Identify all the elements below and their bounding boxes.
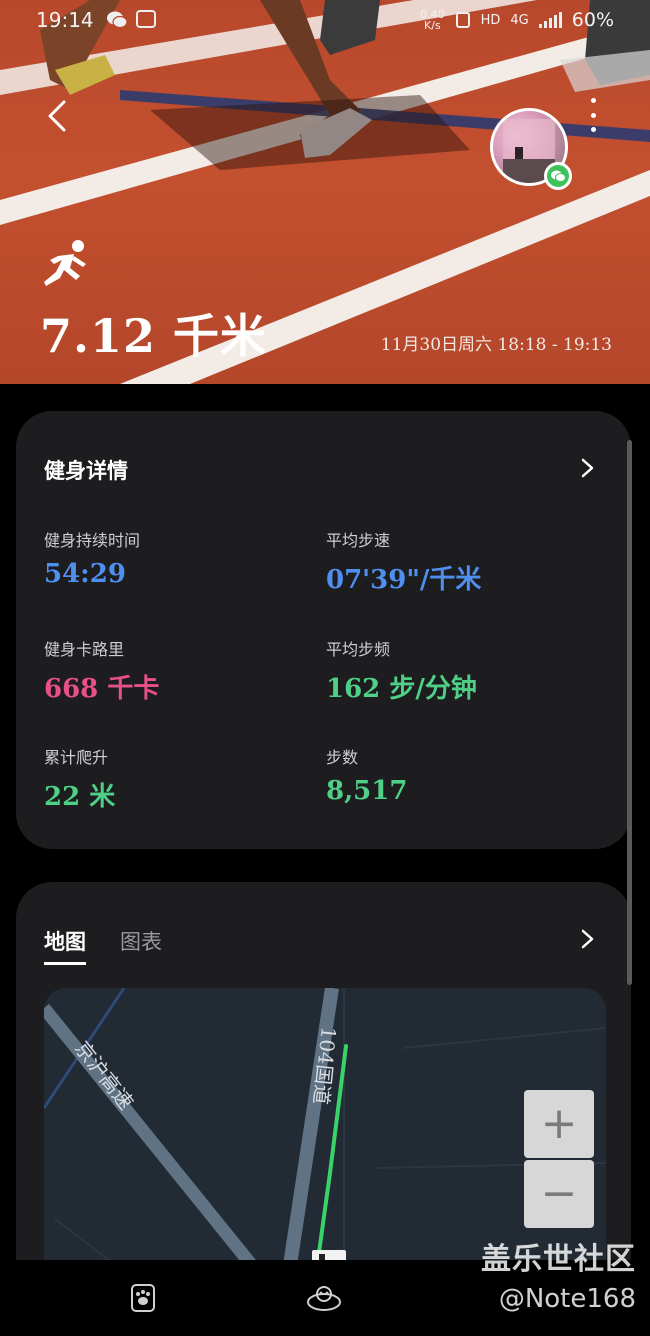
more-vertical-icon[interactable] — [582, 98, 604, 132]
metric-label: 健身持续时间 — [44, 531, 141, 550]
battery-level: 60% — [571, 9, 614, 31]
session-time-range: 11月30日周六 18:18 - 19:13 — [380, 335, 612, 355]
tab-map[interactable]: 地图 — [44, 926, 86, 965]
chevron-right-icon[interactable] — [579, 928, 595, 950]
metric-label: 平均步速 — [326, 531, 391, 550]
metric-value: 07'39"/千米 — [326, 565, 482, 595]
map-tabs: 地图 图表 — [44, 926, 162, 965]
network-speed: 0.40 K/s — [420, 9, 445, 31]
wechat-notification-icon — [106, 11, 128, 29]
metric-value: 54:29 — [44, 559, 126, 589]
metric-value: 22 米 — [44, 782, 116, 812]
status-bar: 19:14 0.40 K/s HD 4G 60% — [0, 0, 650, 40]
hero-banner: 19:14 0.40 K/s HD 4G 60% 7.12 千米 11月30日周… — [0, 0, 650, 384]
metric-duration: 健身持续时间 54:29 — [44, 527, 324, 589]
metric-elevation-gain: 累计爬升 22 米 — [44, 744, 324, 813]
paw-icon[interactable] — [130, 1283, 156, 1313]
zoom-out-button[interactable]: − — [524, 1160, 594, 1228]
distance-value: 7.12 千米 — [40, 309, 268, 363]
wechat-icon — [544, 162, 572, 190]
metric-calories: 健身卡路里 668 千卡 — [44, 636, 324, 705]
highway-label: 京沪高速 — [70, 1036, 138, 1114]
hd-label: HD — [480, 12, 501, 28]
metric-avg-pace: 平均步速 07'39"/千米 — [326, 527, 606, 596]
zoom-in-button[interactable]: + — [524, 1090, 594, 1158]
metric-label: 健身卡路里 — [44, 640, 125, 659]
watermark-title: 盖乐世社区 — [481, 1242, 636, 1277]
national-road-label: 104国道 — [309, 1025, 341, 1105]
gallery-notification-icon — [135, 10, 156, 28]
metric-label: 平均步频 — [326, 640, 391, 659]
metric-value: 668 千卡 — [44, 674, 160, 704]
running-icon — [44, 240, 86, 286]
network-type: 4G — [510, 12, 529, 28]
scrollbar[interactable] — [627, 440, 632, 985]
tab-chart[interactable]: 图表 — [120, 926, 162, 965]
watermark-handle: @Note168 — [498, 1284, 636, 1314]
network-speed-unit: K/s — [424, 19, 441, 32]
status-right: 0.40 K/s HD 4G 60% — [420, 9, 614, 31]
chevron-right-icon[interactable] — [579, 457, 595, 479]
fitness-details-card[interactable]: 健身详情 健身持续时间 54:29 平均步速 07'39"/千米 健身卡路里 6… — [16, 411, 631, 849]
status-time: 19:14 — [36, 8, 94, 32]
signal-icon — [538, 12, 562, 28]
mascot-icon[interactable] — [306, 1284, 342, 1312]
metric-cadence: 平均步频 162 步/分钟 — [326, 636, 606, 705]
chevron-left-icon[interactable] — [44, 98, 72, 134]
card-title: 健身详情 — [44, 458, 128, 483]
metric-value: 8,517 — [326, 776, 408, 806]
notification-icons — [106, 10, 156, 30]
metric-label: 步数 — [326, 748, 359, 767]
recycle-icon — [455, 12, 470, 28]
metric-label: 累计爬升 — [44, 748, 109, 767]
metric-steps: 步数 8,517 — [326, 744, 606, 806]
metric-value: 162 步/分钟 — [326, 674, 477, 704]
